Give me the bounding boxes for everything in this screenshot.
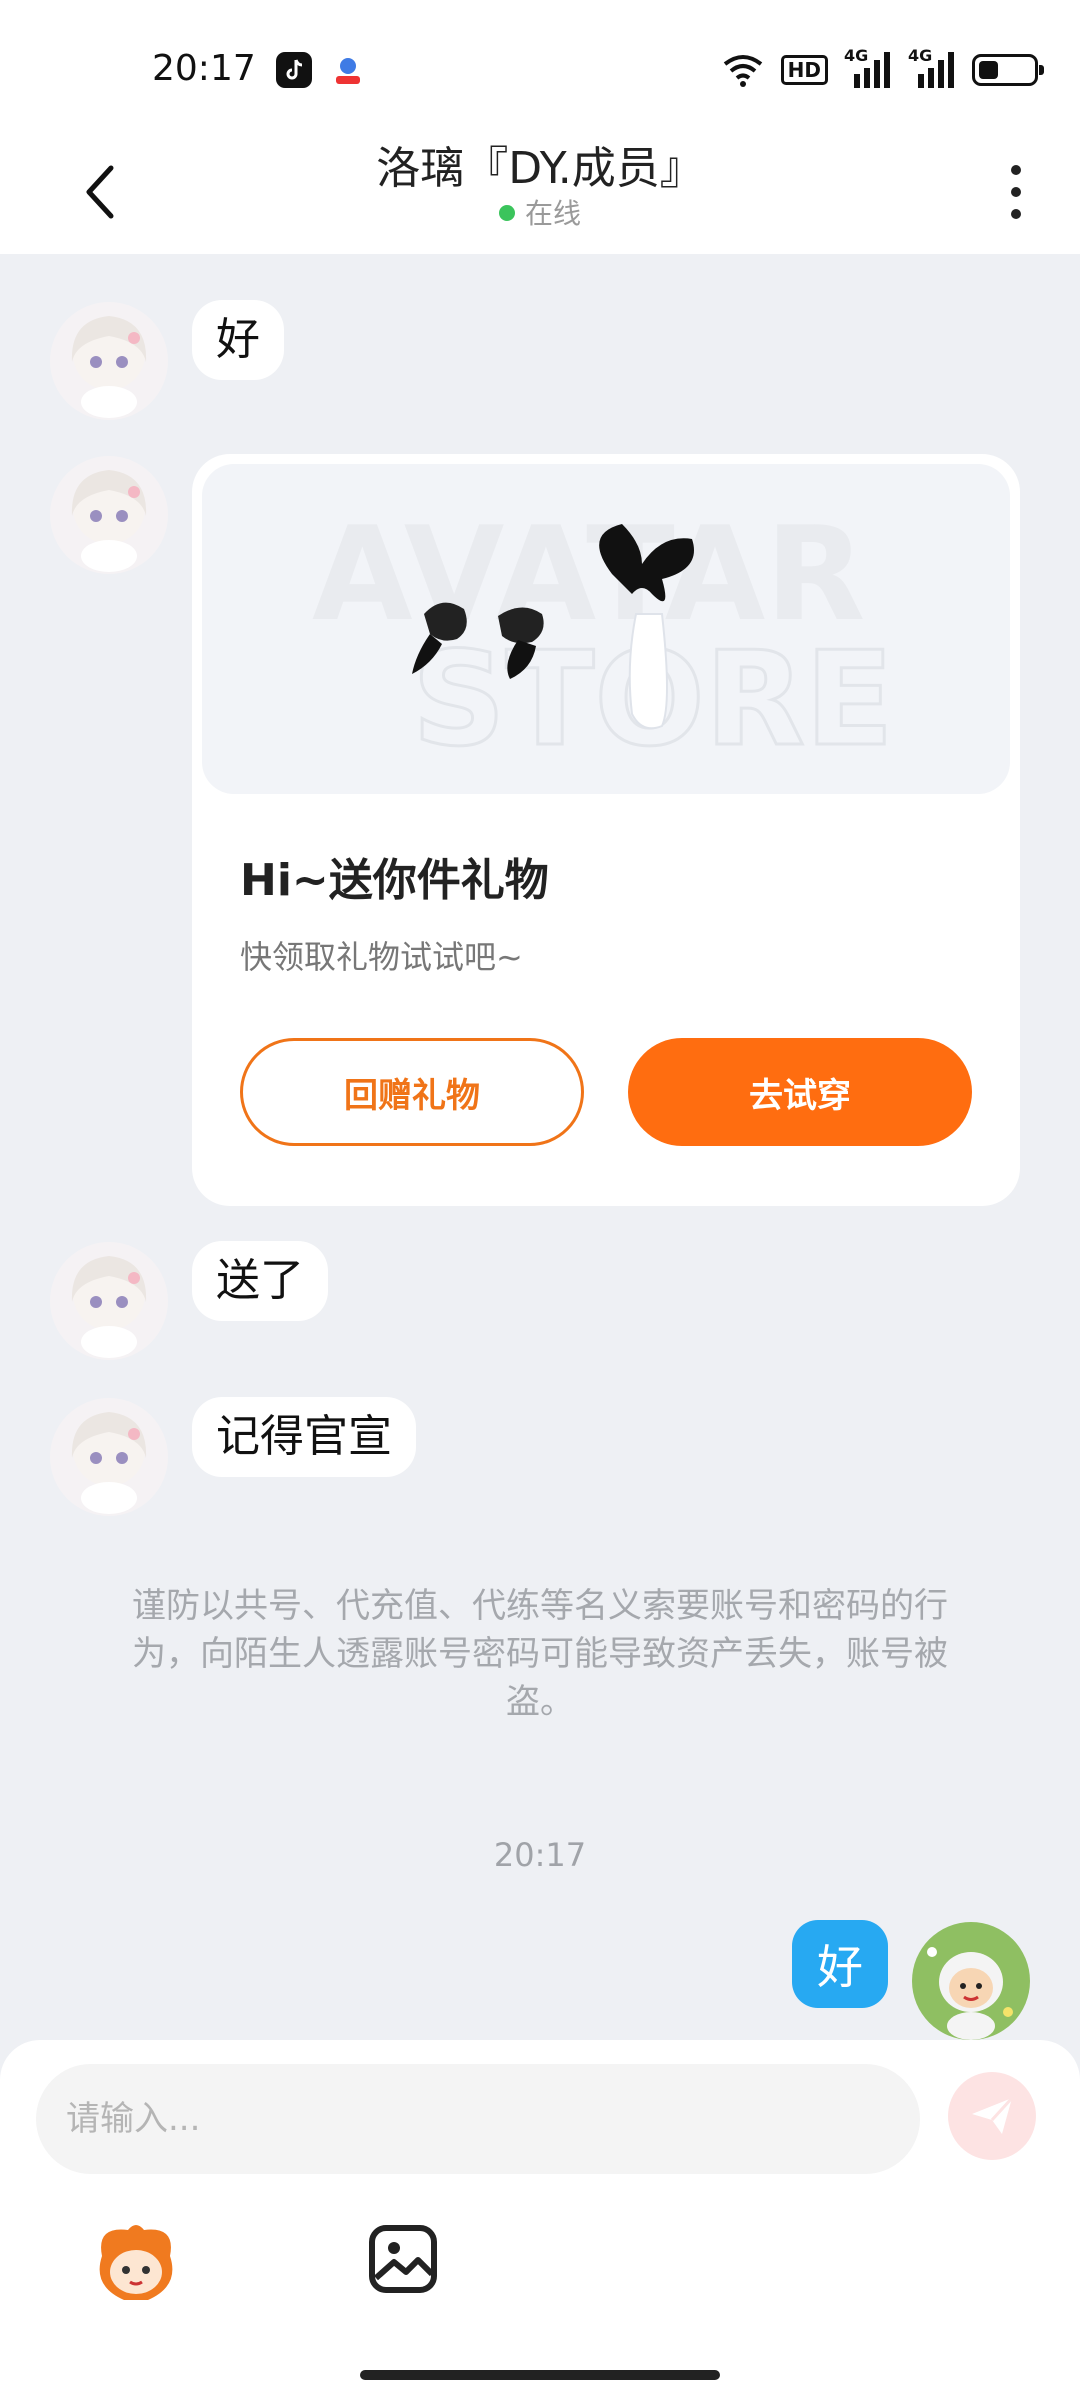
contact-avatar[interactable]: [50, 1242, 168, 1360]
online-dot: [498, 205, 515, 221]
try-on-button[interactable]: 去试穿: [628, 1038, 972, 1146]
online-status: 在线: [0, 192, 1080, 232]
gift-card[interactable]: AVATAR STORE Hi~送你件礼物 快领取礼物试试吧~ 回赠礼物 去试穿: [192, 454, 1020, 1206]
more-button[interactable]: [986, 152, 1046, 232]
battery-level: [979, 61, 998, 79]
app-icon: [330, 52, 366, 88]
message-timestamp: 20:17: [493, 1836, 587, 1874]
contact-avatar[interactable]: [50, 1398, 168, 1516]
send-button[interactable]: [948, 2072, 1036, 2160]
message-bubble[interactable]: 送了: [192, 1241, 328, 1321]
hd-badge: HD: [780, 55, 828, 85]
wifi-icon: [723, 55, 762, 87]
security-warning: 谨防以共号、代充值、代练等名义索要账号和密码的行为，向陌生人透露账号密码可能导致…: [132, 1586, 948, 1722]
input-area: [0, 2040, 1080, 2400]
gift-title: Hi~送你件礼物: [240, 855, 549, 906]
mascot-button[interactable]: [88, 2216, 184, 2312]
online-label: 在线: [524, 197, 581, 230]
send-icon: [972, 2096, 1014, 2134]
message-input[interactable]: [36, 2064, 920, 2174]
signal-icon: 4G: [908, 46, 956, 90]
gift-image: AVATAR STORE: [202, 464, 1010, 794]
my-avatar[interactable]: [912, 1922, 1030, 2040]
signal-icon: 4G: [844, 46, 892, 90]
battery-icon: [972, 54, 1044, 86]
image-icon: [369, 2225, 437, 2293]
status-indicators: HD 4G 4G: [721, 46, 1044, 92]
image-button[interactable]: [366, 2222, 440, 2296]
status-bar: 20:17 HD 4G 4G: [0, 0, 1080, 130]
outgoing-message-bubble[interactable]: 好: [792, 1920, 888, 2008]
tiktok-icon: [276, 52, 312, 88]
message-bubble[interactable]: 记得官宣: [192, 1397, 416, 1477]
home-indicator[interactable]: [360, 2370, 720, 2380]
message-bubble[interactable]: 好: [192, 300, 284, 380]
gift-subtitle: 快领取礼物试试吧~: [240, 938, 523, 976]
contact-avatar[interactable]: [50, 456, 168, 574]
chat-title: 洛璃『DY.成员』: [376, 143, 704, 194]
status-time: 20:17: [152, 48, 256, 89]
chat-header: 洛璃『DY.成员』 在线: [0, 130, 1080, 254]
more-icon: [1011, 165, 1021, 175]
mascot-icon: [99, 2225, 173, 2300]
return-gift-button[interactable]: 回赠礼物: [240, 1038, 584, 1146]
contact-avatar[interactable]: [50, 302, 168, 420]
